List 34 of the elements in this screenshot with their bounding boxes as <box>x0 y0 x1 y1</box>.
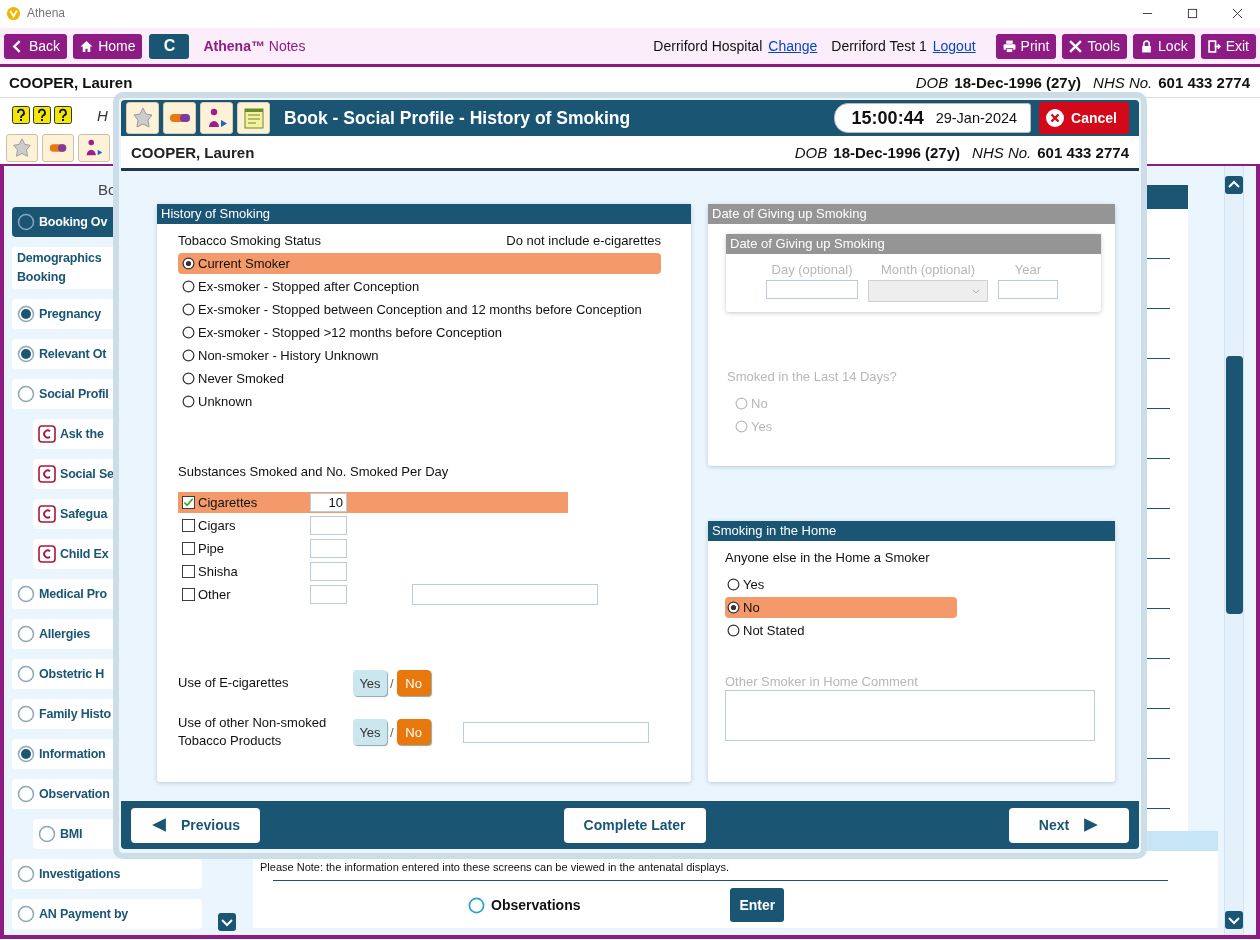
field-label: Anyone else in the Home a Smoker <box>725 550 931 567</box>
window-title: Athena <box>27 6 66 20</box>
field-label: Month (optional) <box>880 262 976 277</box>
note-text: Please Note: the information entered into these screens can be viewed in the antenatal displays. <box>260 861 730 873</box>
field-label: Substances Smoked and No. Smoked Per Day <box>178 464 450 481</box>
nhs-label: NHS No. <box>972 143 1032 161</box>
hint-text: Do not include e-cigarettes <box>506 233 661 250</box>
dialog-title: Book - Social Profile - History of Smoking <box>284 107 631 129</box>
separator: / <box>390 675 394 691</box>
panel-title: Date of Giving up Smoking <box>708 204 1115 224</box>
date-text: 29-Jan-2024 <box>935 110 1018 126</box>
dob-value: 18-Dec-1996 (27y) <box>954 73 1082 91</box>
patient-name: COOPER, Lauren <box>131 143 255 161</box>
hospital-name: Derriford Hospital <box>653 38 763 54</box>
user-name: Derriford Test 1 <box>831 38 927 54</box>
section-heading: H <box>97 106 108 124</box>
field-label: Other Smoker in Home Comment <box>725 674 919 689</box>
panel-title: Date of Giving up Smoking <box>726 234 1101 254</box>
dob-label: DOB <box>915 73 949 91</box>
nhs-label: NHS No. <box>1093 73 1153 91</box>
option-label: Observations <box>491 897 581 913</box>
nhs-value: 601 433 2774 <box>1037 143 1129 161</box>
dob-label: DOB <box>794 143 828 161</box>
nhs-value: 601 433 2774 <box>1158 73 1250 91</box>
app-title: Athena™ Notes <box>203 38 306 54</box>
separator: / <box>390 724 394 740</box>
time-text: 15:00:44 <box>851 107 924 129</box>
field-label: Day (optional) <box>770 262 854 277</box>
field-label: Year <box>1013 262 1043 277</box>
panel-title: Smoking in the Home <box>708 521 1115 541</box>
patient-name: COOPER, Lauren <box>9 73 133 91</box>
panel-title: History of Smoking <box>157 204 691 224</box>
field-label: Smoked in the Last 14 Days? <box>727 369 898 386</box>
dob-value: 18-Dec-1996 (27y) <box>833 143 961 161</box>
